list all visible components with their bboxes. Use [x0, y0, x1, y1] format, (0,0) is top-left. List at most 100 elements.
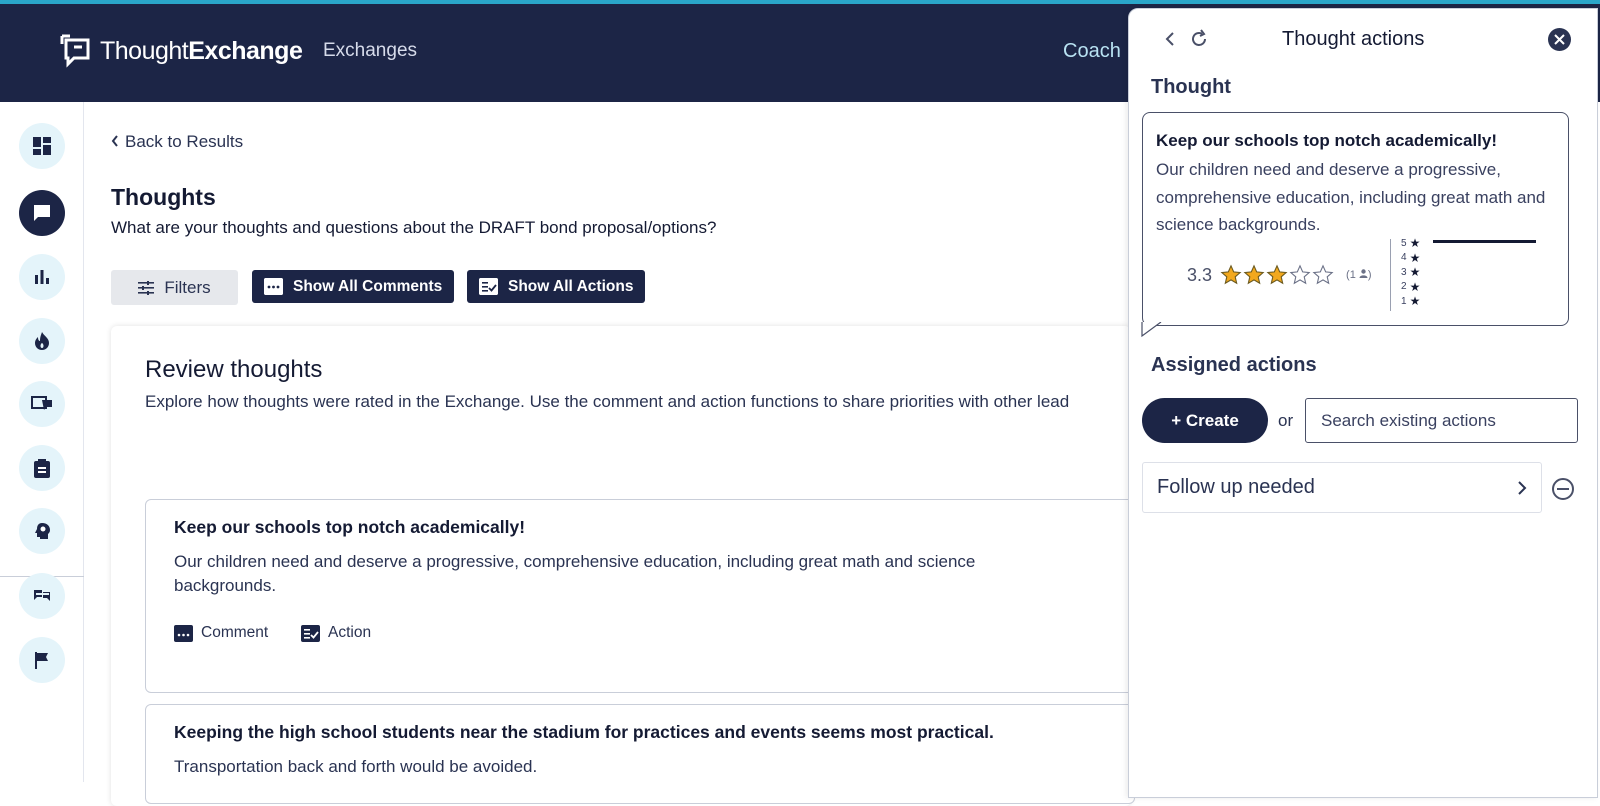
chevron-right-icon	[1518, 480, 1527, 495]
assigned-actions-heading: Assigned actions	[1151, 354, 1317, 376]
sidebar-item-comments[interactable]	[19, 573, 65, 619]
star-icon: ★	[1409, 294, 1421, 308]
close-icon	[1554, 34, 1565, 45]
or-label: or	[1278, 411, 1294, 430]
thought-body: Our children need and deserve a progress…	[174, 552, 976, 595]
review-thoughts-title: Review thoughts	[145, 356, 323, 383]
dashboard-icon	[33, 137, 51, 155]
thoughtexchange-logo[interactable]: Thought Exchange	[60, 34, 303, 68]
chevron-left-icon	[1165, 32, 1174, 46]
search-actions-input[interactable]	[1305, 398, 1578, 443]
action-checklist-icon	[301, 624, 320, 642]
sidebar-item-dashboard[interactable]	[19, 123, 65, 169]
distribution-label: 5	[1401, 237, 1407, 249]
logo-text-suffix: Exchange	[188, 36, 303, 65]
back-link-label: Back to Results	[125, 132, 244, 151]
presentation-chat-icon	[31, 396, 52, 410]
bar-chart-icon	[35, 270, 49, 284]
create-action-button[interactable]: + Create	[1142, 398, 1268, 443]
thought-card[interactable]: Keeping the high school students near th…	[145, 704, 1135, 804]
action-link[interactable]: Action	[301, 624, 371, 642]
back-to-results-link[interactable]: Back to Results	[111, 132, 243, 152]
distribution-row: 2 ★	[1401, 280, 1420, 294]
rating-distribution: 5 ★ 4 ★ 3 ★ 2 ★ 1 ★	[1390, 236, 1540, 311]
comment-icon	[174, 624, 193, 642]
star-icon: ★	[1409, 279, 1421, 294]
flag-icon	[35, 651, 48, 669]
assigned-action-label: Follow up needed	[1157, 476, 1315, 498]
sidebar-item-hot-topics[interactable]	[19, 318, 65, 364]
star-empty-icon	[1289, 264, 1311, 285]
show-all-comments-button[interactable]: Show All Comments	[252, 270, 455, 303]
sidebar-item-flags[interactable]	[19, 637, 65, 683]
raters-number: 1	[1349, 269, 1356, 281]
thought-title: Keep our schools top notch academically!	[174, 517, 526, 537]
remove-action-button[interactable]	[1551, 477, 1575, 506]
person-icon	[1359, 269, 1368, 278]
assigned-action-item[interactable]: Follow up needed	[1142, 462, 1542, 513]
distribution-row: 5 ★	[1401, 236, 1420, 250]
minus-circle-icon	[1552, 478, 1574, 500]
page-subtitle: What are your thoughts and questions abo…	[111, 218, 717, 237]
panel-back-button[interactable]	[1160, 28, 1182, 55]
star-filled-icon	[1243, 264, 1265, 285]
star-rating	[1220, 264, 1334, 286]
logo-text-prefix: Thought	[100, 36, 189, 65]
thought-section-heading: Thought	[1151, 76, 1231, 98]
panel-thought-body: Our children need and deserve a progress…	[1156, 160, 1546, 234]
distribution-row: 3 ★	[1401, 265, 1420, 279]
distribution-label: 1	[1401, 295, 1407, 307]
sliders-icon	[138, 280, 155, 295]
star-icon: ★	[1409, 236, 1421, 250]
star-icon: ★	[1409, 250, 1421, 265]
thought-body: Transportation back and forth would be a…	[174, 757, 538, 776]
show-all-comments-label: Show All Comments	[293, 277, 443, 295]
star-empty-icon	[1312, 264, 1334, 285]
distribution-label: 3	[1401, 266, 1407, 278]
refresh-icon	[1192, 29, 1206, 46]
nav-coach[interactable]: Coach	[1063, 40, 1121, 63]
flame-icon	[35, 332, 49, 350]
distribution-label: 4	[1401, 252, 1407, 263]
lightbulb-head-icon	[35, 523, 50, 539]
comment-link[interactable]: Comment	[174, 624, 268, 642]
comment-link-label: Comment	[201, 624, 269, 641]
rating-value: 3.3	[1187, 264, 1213, 285]
sidebar-item-report[interactable]	[19, 445, 65, 491]
star-filled-icon	[1266, 264, 1288, 285]
page-title: Thoughts	[111, 184, 216, 210]
distribution-label: 2	[1401, 281, 1407, 292]
action-checklist-icon	[479, 278, 498, 295]
nav-exchanges[interactable]: Exchanges	[323, 40, 417, 62]
filters-label: Filters	[164, 277, 211, 297]
clipboard-icon	[34, 458, 50, 478]
show-all-actions-button[interactable]: Show All Actions	[467, 270, 646, 303]
logo-icon	[60, 34, 90, 68]
review-thoughts-description: Explore how thoughts were rated in the E…	[145, 392, 1070, 411]
star-filled-icon	[1220, 264, 1242, 285]
distribution-row: 4 ★	[1401, 251, 1420, 265]
sidebar-item-insights[interactable]	[19, 508, 65, 554]
distribution-bar	[1433, 240, 1536, 243]
star-icon: ★	[1409, 265, 1421, 279]
panel-close-button[interactable]	[1548, 28, 1571, 51]
panel-title: Thought actions	[1282, 28, 1425, 50]
comments-icon	[34, 590, 50, 601]
comment-icon	[264, 278, 283, 295]
action-link-label: Action	[328, 624, 372, 641]
panel-thought-title: Keep our schools top notch academically!	[1156, 131, 1498, 150]
rating-summary: 3.3 (1 )	[1187, 264, 1372, 286]
show-all-actions-label: Show All Actions	[508, 277, 634, 295]
chevron-left-icon	[111, 132, 119, 152]
thought-title: Keeping the high school students near th…	[174, 722, 994, 742]
chat-bubble-icon	[34, 205, 50, 221]
sidebar-item-presentation[interactable]	[19, 381, 65, 427]
filters-button[interactable]: Filters	[111, 270, 238, 305]
bubble-tail	[1141, 322, 1162, 338]
thought-card[interactable]: Keep our schools top notch academically!…	[145, 499, 1135, 693]
sidebar-item-thoughts[interactable]	[19, 190, 65, 236]
distribution-row: 1 ★	[1401, 294, 1420, 308]
sidebar-item-results[interactable]	[19, 254, 65, 300]
left-sidebar	[0, 102, 84, 782]
panel-refresh-button[interactable]	[1188, 28, 1210, 55]
